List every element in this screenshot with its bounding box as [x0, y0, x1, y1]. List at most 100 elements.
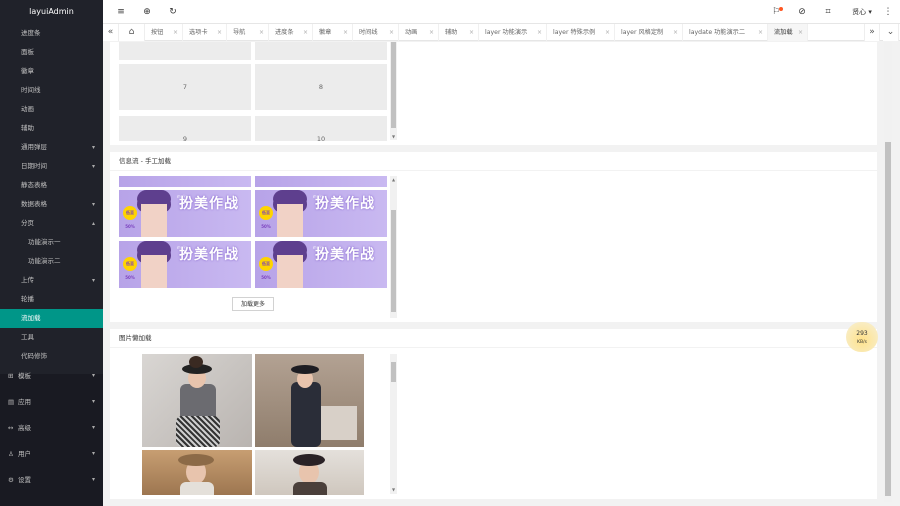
close-icon[interactable]: × [605, 24, 610, 41]
sidebar-item[interactable]: 动画 [0, 100, 103, 119]
manual-scrollbar[interactable]: ▲ [390, 176, 397, 318]
page-tab[interactable]: layer 风格定制 × [615, 24, 683, 41]
sidebar-item[interactable]: 面板 [0, 43, 103, 62]
home-tab-icon[interactable]: ⌂ [119, 24, 145, 41]
sidebar-group[interactable]: ▤ 应用 ▾ [0, 390, 103, 414]
sidebar-group-label: 用户 [18, 450, 31, 458]
page-tab[interactable]: 辅助 × [439, 24, 479, 41]
sidebar-item[interactable]: 上传 ▾ [0, 271, 103, 290]
promo-banner: 低至50% maks 扮美作战 [119, 190, 251, 237]
page-tab[interactable]: 进度条 × [269, 24, 313, 41]
tabs-prev-icon[interactable]: « [103, 24, 119, 41]
lazy-photo [255, 450, 364, 495]
close-icon[interactable]: × [469, 24, 474, 41]
flow-box [119, 42, 251, 60]
chevron-icon: ▾ [91, 201, 95, 208]
flow-scrollbar[interactable]: ▼ [390, 42, 397, 140]
close-icon[interactable]: × [537, 24, 542, 41]
sidebar-item[interactable]: 静态表格 [0, 176, 103, 195]
sidebar-item[interactable]: 进度条 [0, 24, 103, 43]
app-logo[interactable]: layuiAdmin [0, 0, 103, 24]
theme-icon[interactable]: ⊘ [795, 0, 809, 24]
sidebar-group[interactable]: ⊞ 模板 ▾ [0, 364, 103, 388]
sidebar-item-label: 日期时间 [21, 162, 47, 170]
sidebar-item-label: 功能演示二 [28, 257, 61, 265]
tab-label: 辅助 [445, 29, 458, 36]
sidebar-item[interactable]: 徽章 [0, 62, 103, 81]
chevron-icon: ▾ [91, 163, 95, 170]
group-icon: ⊞ [8, 372, 14, 380]
user-menu[interactable]: 贤心 ▾ [847, 0, 877, 24]
sidebar-item-label: 通用弹层 [21, 143, 47, 151]
promo-banner: 低至50% maks 扮美作战 [255, 241, 387, 288]
more-icon[interactable]: ⋮ [881, 0, 895, 24]
sidebar-group[interactable]: ♙ 用户 ▾ [0, 442, 103, 466]
lazy-scrollbar[interactable]: ▼ [390, 354, 397, 494]
tabs-dropdown-icon[interactable]: ⌄ [883, 24, 899, 41]
note-icon[interactable]: ⌗ [821, 0, 835, 24]
sidebar-item[interactable]: 功能演示一 [0, 233, 103, 252]
sidebar-item-label: 轮播 [21, 295, 34, 303]
sidebar-item-label: 功能演示一 [28, 238, 61, 246]
sidebar-item[interactable]: 通用弹层 ▾ [0, 138, 103, 157]
tab-label: 导航 [233, 29, 246, 36]
refresh-icon[interactable]: ↻ [166, 0, 180, 24]
sidebar-item-label: 上传 [21, 276, 34, 284]
page-tab[interactable]: laydate 功能演示二 × [683, 24, 768, 41]
page-tab[interactable]: 导航 × [227, 24, 269, 41]
sidebar-item[interactable]: 分页 ▴ [0, 214, 103, 233]
panel-lazy-images: 图片懒加载 ▼ [110, 329, 877, 499]
page-tab[interactable]: 时间线 × [353, 24, 399, 41]
close-icon[interactable]: × [259, 24, 264, 41]
sidebar-item[interactable]: 数据表格 ▾ [0, 195, 103, 214]
website-icon[interactable]: ⊕ [140, 0, 154, 24]
close-icon[interactable]: × [429, 24, 434, 41]
promo-banner [119, 176, 251, 187]
tabs-next-icon[interactable]: » [864, 24, 880, 41]
close-icon[interactable]: × [389, 24, 394, 41]
sidebar-item[interactable]: 流加载 [0, 309, 103, 328]
load-more-button[interactable]: 加载更多 [232, 297, 275, 311]
message-icon[interactable]: ⚐ [769, 0, 783, 24]
page-tab[interactable]: 按钮 × [145, 24, 183, 41]
discount-badge: 低至50% [123, 206, 137, 229]
promo-headline: 扮美作战 [315, 247, 375, 263]
chevron-down-icon: ▾ [91, 476, 95, 483]
close-icon[interactable]: × [758, 24, 763, 41]
page-tab[interactable]: layer 功能演示 × [479, 24, 547, 41]
sidebar-item[interactable]: 工具 [0, 328, 103, 347]
close-icon[interactable]: × [798, 24, 803, 41]
page-tab[interactable]: 徽章 × [313, 24, 353, 41]
page-tab[interactable]: layer 特殊示例 × [547, 24, 615, 41]
sidebar-group[interactable]: ⚙ 设置 ▾ [0, 468, 103, 492]
sidebar-item-label: 静态表格 [21, 181, 47, 189]
sidebar-item-label: 代码修饰 [21, 352, 47, 360]
sidebar-item-label: 时间线 [21, 86, 41, 94]
main-scrollbar[interactable] [884, 42, 892, 502]
sidebar-item[interactable]: 轮播 [0, 290, 103, 309]
sidebar-item[interactable]: 日期时间 ▾ [0, 157, 103, 176]
close-icon[interactable]: × [343, 24, 348, 41]
menu-toggle-icon[interactable]: ≡ [114, 0, 128, 24]
chevron-icon: ▴ [91, 220, 95, 227]
page-tab[interactable]: 流加载 × [768, 24, 808, 41]
panel-manual-load: 信息流 - 手工加载 低至50% maks 扮美作战 低至50% maks 扮美作战 低至5… [110, 152, 877, 322]
group-icon: ↔ [8, 424, 14, 432]
discount-badge: 低至50% [123, 257, 137, 280]
speed-value: 293 [856, 330, 868, 337]
sidebar-item-label: 分页 [21, 219, 34, 227]
close-icon[interactable]: × [217, 24, 222, 41]
close-icon[interactable]: × [673, 24, 678, 41]
speed-unit: KB/s [857, 340, 867, 345]
close-icon[interactable]: × [173, 24, 178, 41]
sidebar-group[interactable]: ↔ 高级 ▾ [0, 416, 103, 440]
page-tab[interactable]: 动画 × [399, 24, 439, 41]
sidebar-item[interactable]: 时间线 [0, 81, 103, 100]
sidebar-item[interactable]: 辅助 [0, 119, 103, 138]
promo-banner: 低至50% maks 扮美作战 [255, 190, 387, 237]
flow-box: 7 [119, 64, 251, 110]
sidebar-item[interactable]: 功能演示二 [0, 252, 103, 271]
close-icon[interactable]: × [303, 24, 308, 41]
lazy-photo [255, 354, 364, 447]
page-tab[interactable]: 选项卡 × [183, 24, 227, 41]
